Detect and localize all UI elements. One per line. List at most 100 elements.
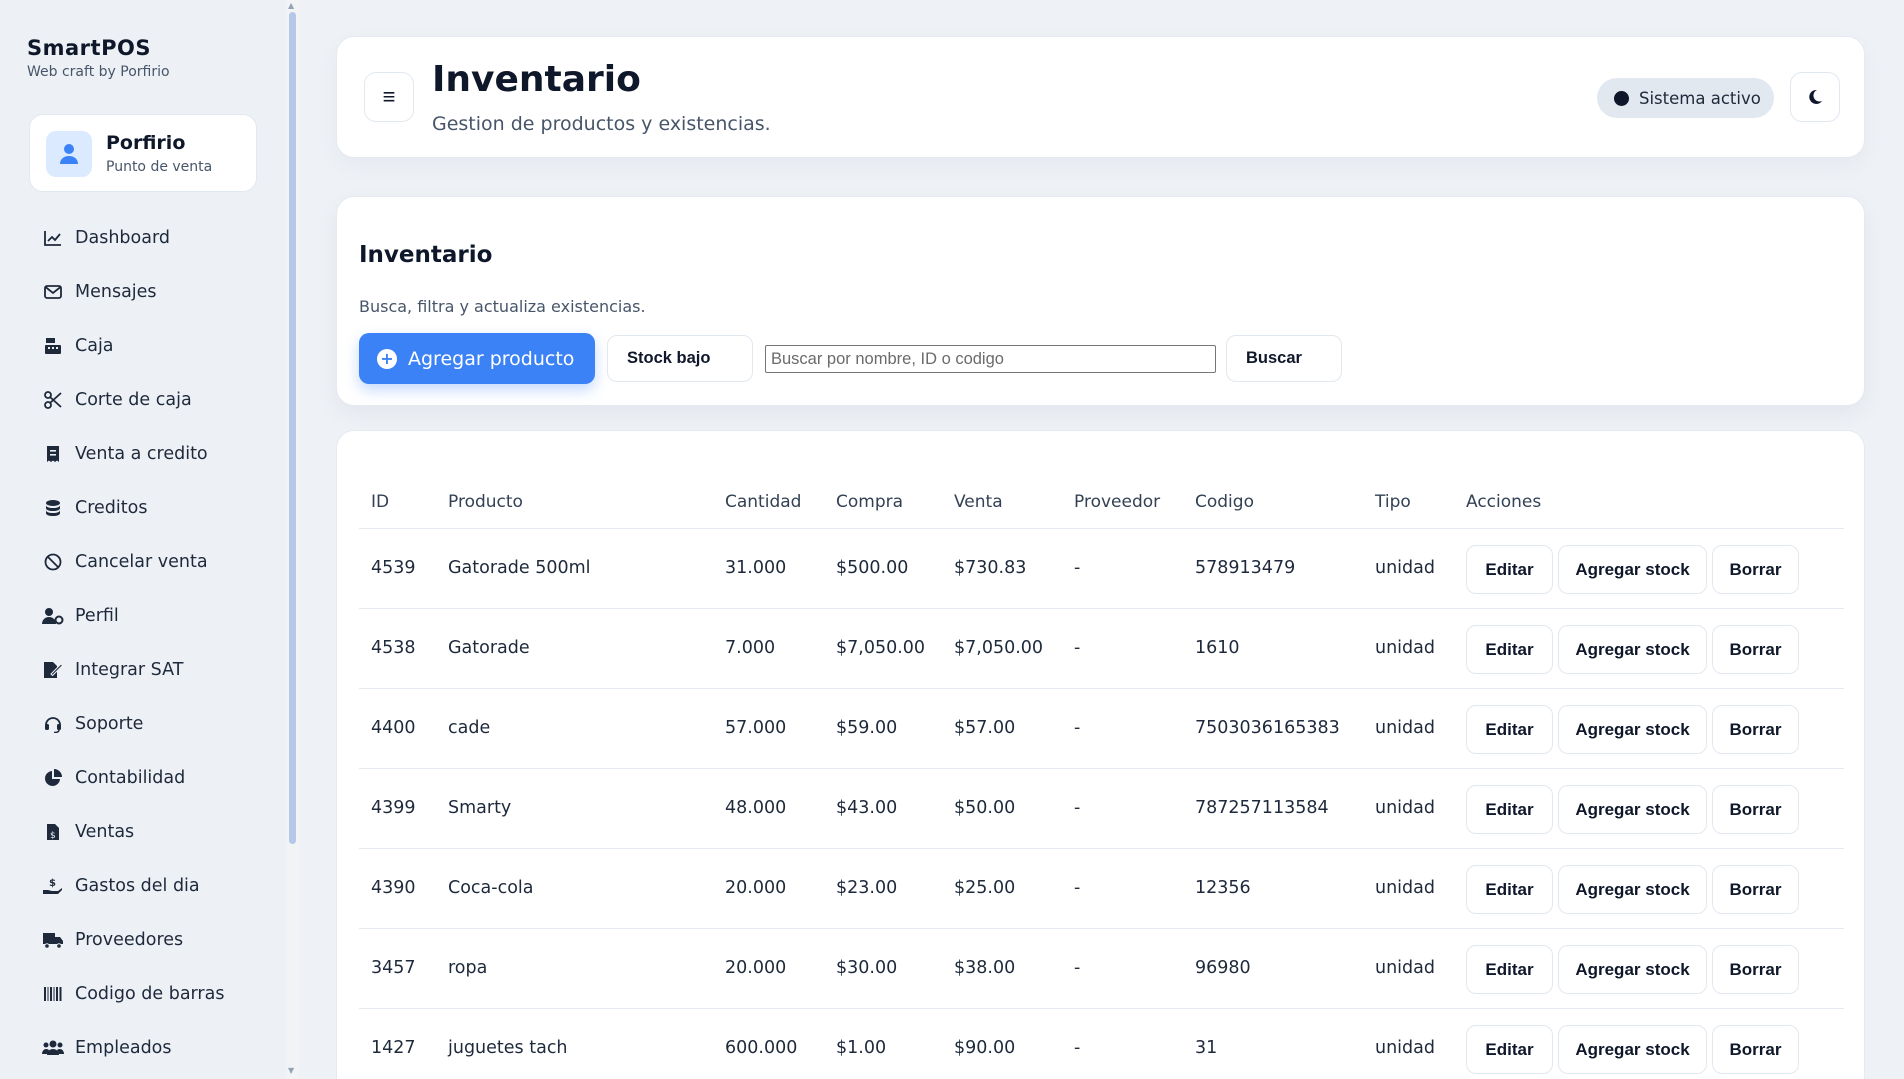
- user-role: Punto de venta: [106, 159, 213, 175]
- cell-compra: $43.00: [836, 798, 898, 818]
- cell-tipo: unidad: [1375, 558, 1435, 578]
- delete-button[interactable]: Borrar: [1712, 945, 1799, 994]
- cell-codigo: 578913479: [1195, 558, 1296, 578]
- cell-codigo: 1610: [1195, 638, 1240, 658]
- edit-button[interactable]: Editar: [1466, 1025, 1553, 1074]
- sidebar-item-label: Corte de caja: [75, 390, 192, 410]
- cell-cantidad: 57.000: [725, 718, 787, 738]
- sidebar-item-proveedores[interactable]: Proveedores: [0, 913, 286, 967]
- sidebar-item-caja[interactable]: Caja: [0, 319, 286, 373]
- edit-button[interactable]: Editar: [1466, 785, 1553, 834]
- sidebar-item-label: Contabilidad: [75, 768, 186, 788]
- cell-cantidad: 20.000: [725, 878, 787, 898]
- delete-button[interactable]: Borrar: [1712, 705, 1799, 754]
- sidebar-item-label: Gastos del dia: [75, 876, 200, 896]
- sidebar-item-empleados[interactable]: Empleados: [0, 1021, 286, 1075]
- add-stock-button[interactable]: Agregar stock: [1558, 945, 1707, 994]
- sidebar-item-creditos[interactable]: Creditos: [0, 481, 286, 535]
- sidebar-item-mensajes[interactable]: Mensajes: [0, 265, 286, 319]
- brand-subtitle: Web craft by Porfirio: [27, 64, 170, 80]
- theme-toggle-button[interactable]: [1790, 72, 1840, 122]
- add-stock-button[interactable]: Agregar stock: [1558, 705, 1707, 754]
- column-header-compra: Compra: [836, 492, 904, 512]
- cell-venta: $25.00: [954, 878, 1016, 898]
- user-name: Porfirio: [106, 132, 186, 154]
- sidebar-item-corte-de-caja[interactable]: Corte de caja: [0, 373, 286, 427]
- sidebar-item-dashboard[interactable]: Dashboard: [0, 211, 286, 265]
- add-stock-button[interactable]: Agregar stock: [1558, 1025, 1707, 1074]
- column-header-id: ID: [371, 492, 390, 512]
- sidebar-item-label: Mensajes: [75, 282, 157, 302]
- cell-id: 4399: [371, 798, 416, 818]
- status-label: Sistema activo: [1639, 88, 1761, 108]
- search-button[interactable]: Buscar: [1226, 335, 1342, 382]
- sidebar-item-label: Creditos: [75, 498, 148, 518]
- add-stock-button[interactable]: Agregar stock: [1558, 625, 1707, 674]
- sidebar-item-cancelar-venta[interactable]: Cancelar venta: [0, 535, 286, 589]
- delete-button[interactable]: Borrar: [1712, 625, 1799, 674]
- add-stock-button[interactable]: Agregar stock: [1558, 865, 1707, 914]
- cell-proveedor: -: [1074, 558, 1081, 578]
- edit-button[interactable]: Editar: [1466, 705, 1553, 754]
- cell-compra: $30.00: [836, 958, 898, 978]
- sidebar-item-label: Cancelar venta: [75, 552, 208, 572]
- cell-tipo: unidad: [1375, 958, 1435, 978]
- edit-button[interactable]: Editar: [1466, 545, 1553, 594]
- cell-producto: ropa: [448, 958, 488, 978]
- cell-compra: $23.00: [836, 878, 898, 898]
- user-card[interactable]: Porfirio Punto de venta: [29, 114, 257, 192]
- edit-button[interactable]: Editar: [1466, 865, 1553, 914]
- cell-compra: $59.00: [836, 718, 898, 738]
- cell-codigo: 96980: [1195, 958, 1251, 978]
- delete-button[interactable]: Borrar: [1712, 1025, 1799, 1074]
- sidebar-item-codigo-de-barras[interactable]: Codigo de barras: [0, 967, 286, 1021]
- sidebar-item-soporte[interactable]: Soporte: [0, 697, 286, 751]
- receipt-icon: [42, 444, 64, 464]
- scroll-up-arrow-icon[interactable]: ▲: [288, 1, 294, 10]
- sidebar-item-ventas[interactable]: $ Ventas: [0, 805, 286, 859]
- file-invoice-dollar-icon: $: [42, 822, 64, 842]
- edit-button[interactable]: Editar: [1466, 625, 1553, 674]
- sidebar-item-contabilidad[interactable]: Contabilidad: [0, 751, 286, 805]
- sidebar: SmartPOS Web craft by Porfirio Porfirio …: [0, 0, 286, 1079]
- scissors-icon: [42, 390, 64, 410]
- scroll-down-arrow-icon[interactable]: ▼: [288, 1066, 294, 1075]
- barcode-icon: [42, 984, 64, 1004]
- low-stock-button[interactable]: Stock bajo: [607, 335, 753, 382]
- delete-button[interactable]: Borrar: [1712, 865, 1799, 914]
- scrollbar-thumb[interactable]: [289, 12, 296, 844]
- menu-toggle-button[interactable]: ≡: [364, 72, 414, 122]
- cell-codigo: 787257113584: [1195, 798, 1329, 818]
- add-product-button[interactable]: + Agregar producto: [359, 333, 595, 384]
- cell-id: 4538: [371, 638, 416, 658]
- search-input[interactable]: [765, 345, 1216, 373]
- cell-producto: Coca-cola: [448, 878, 534, 898]
- column-header-producto: Producto: [448, 492, 523, 512]
- sidebar-item-perfil[interactable]: Perfil: [0, 589, 286, 643]
- page-subtitle: Gestion de productos y existencias.: [432, 113, 771, 135]
- sidebar-item-integrar-sat[interactable]: Integrar SAT: [0, 643, 286, 697]
- column-header-cantidad: Cantidad: [725, 492, 802, 512]
- envelope-icon: [42, 282, 64, 302]
- file-signature-icon: [42, 660, 64, 680]
- delete-button[interactable]: Borrar: [1712, 785, 1799, 834]
- cell-producto: Gatorade: [448, 638, 530, 658]
- sidebar-item-venta-a-credito[interactable]: Venta a credito: [0, 427, 286, 481]
- add-stock-button[interactable]: Agregar stock: [1558, 785, 1707, 834]
- edit-button[interactable]: Editar: [1466, 945, 1553, 994]
- add-stock-button[interactable]: Agregar stock: [1558, 545, 1707, 594]
- brand: SmartPOS Web craft by Porfirio: [27, 36, 170, 80]
- delete-button[interactable]: Borrar: [1712, 545, 1799, 594]
- sidebar-item-label: Empleados: [75, 1038, 172, 1058]
- avatar: [46, 131, 92, 177]
- cell-tipo: unidad: [1375, 1038, 1435, 1058]
- moon-icon: [1809, 89, 1822, 104]
- column-header-proveedor: Proveedor: [1074, 492, 1161, 512]
- sidebar-item-gastos-del-dia[interactable]: $ Gastos del dia: [0, 859, 286, 913]
- cell-proveedor: -: [1074, 718, 1081, 738]
- cell-cantidad: 48.000: [725, 798, 787, 818]
- inventory-filter-panel: Inventario Busca, filtra y actualiza exi…: [336, 196, 1865, 406]
- cell-producto: Smarty: [448, 798, 512, 818]
- section-title: Inventario: [359, 242, 493, 268]
- sidebar-scrollbar[interactable]: ▲ ▼: [286, 0, 299, 1079]
